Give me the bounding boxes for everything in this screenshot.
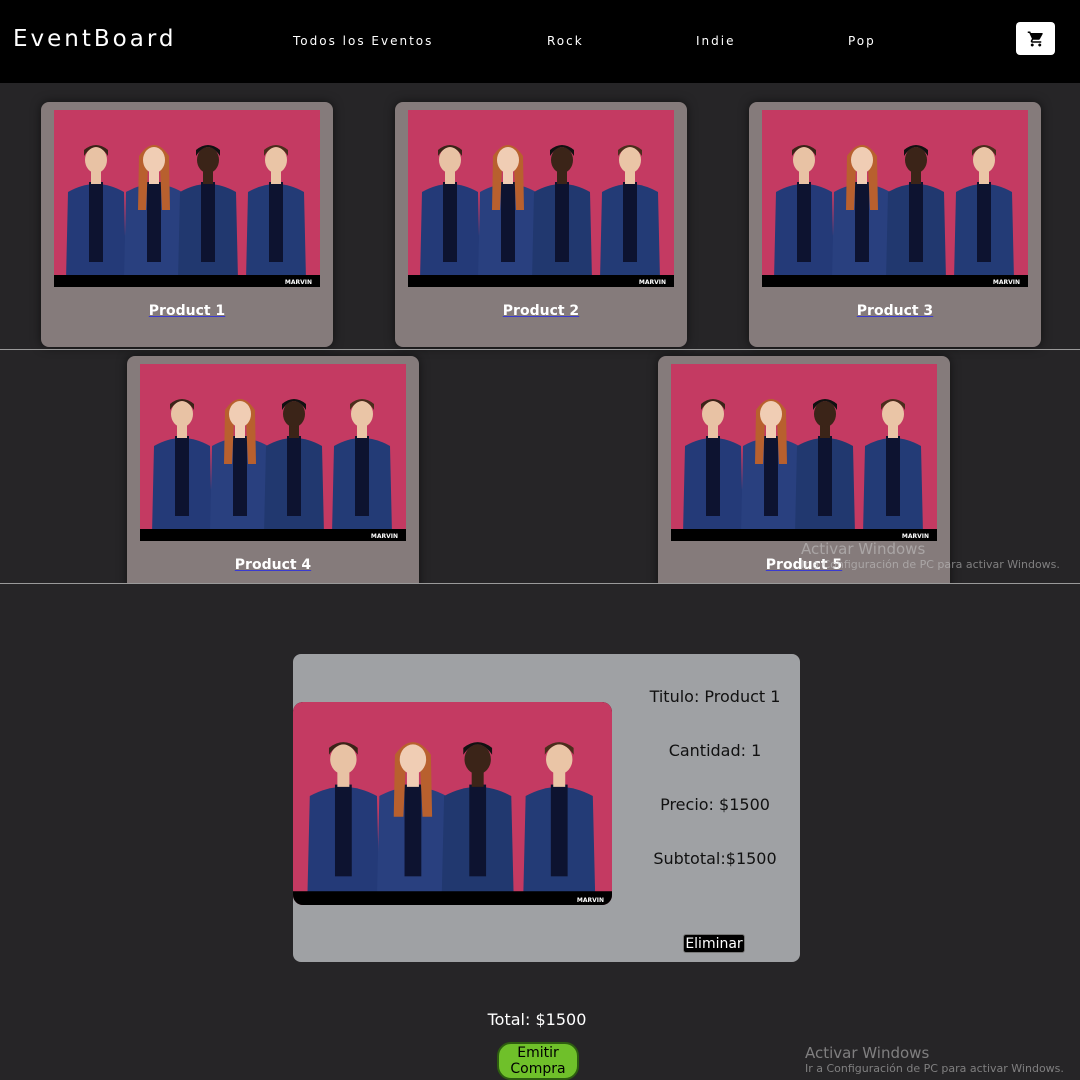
- product-title[interactable]: Product 3: [749, 303, 1041, 319]
- navbar: EventBoard Todos los Eventos Rock Indie …: [0, 0, 1080, 83]
- nav-link-pop[interactable]: Pop: [848, 34, 876, 48]
- watermark-title: Activar Windows: [805, 1044, 930, 1062]
- product-image: MARVIN: [140, 364, 406, 541]
- cart-button[interactable]: [1016, 22, 1055, 55]
- watermark-subtitle: Ir a Configuración de PC para activar Wi…: [801, 558, 1060, 571]
- marvin-badge: MARVIN: [638, 279, 666, 286]
- marvin-badge: MARVIN: [901, 533, 929, 540]
- cart-item-quantity: Cantidad: 1: [668, 741, 762, 760]
- nav-link-rock[interactable]: Rock: [547, 34, 584, 48]
- cart-item-details: Titulo: Product 1 Cantidad: 1 Precio: $1…: [645, 686, 785, 902]
- product-card-4[interactable]: MARVIN Product 4: [127, 356, 419, 583]
- cart-item-card: MARVIN Titulo: Product 1 Cantidad: 1 Pre…: [293, 654, 800, 962]
- windows-watermark-bottom: Activar Windows Ir a Configuración de PC…: [805, 1044, 1064, 1075]
- product-image: MARVIN: [54, 110, 320, 287]
- product-image: MARVIN: [671, 364, 937, 541]
- product-image: MARVIN: [762, 110, 1028, 287]
- cart-item-subtotal: Subtotal:$1500: [653, 849, 777, 868]
- product-card-1[interactable]: MARVIN Product 1: [41, 102, 333, 347]
- product-title[interactable]: Product 1: [41, 303, 333, 319]
- product-card-3[interactable]: MARVIN Product 3: [749, 102, 1041, 347]
- cart-item-title: Titulo: Product 1: [649, 687, 781, 706]
- emit-purchase-button[interactable]: Emitir Compra: [497, 1042, 579, 1080]
- nav-link-indie[interactable]: Indie: [696, 34, 735, 48]
- brand-logo[interactable]: EventBoard: [13, 26, 177, 52]
- marvin-badge: MARVIN: [370, 533, 398, 540]
- watermark-title: Activar Windows: [801, 540, 926, 558]
- product-title[interactable]: Product 2: [395, 303, 687, 319]
- nav-link-todos[interactable]: Todos los Eventos: [293, 34, 433, 48]
- product-row-2: MARVIN Product 4 MARVIN Product 5 Activa…: [0, 349, 1080, 584]
- cart-item-price: Precio: $1500: [660, 795, 770, 814]
- shopping-cart-icon: [1027, 31, 1043, 46]
- product-card-2[interactable]: MARVIN Product 2: [395, 102, 687, 347]
- watermark-subtitle: Ir a Configuración de PC para activar Wi…: [805, 1062, 1064, 1075]
- marvin-badge: MARVIN: [576, 897, 604, 904]
- product-image: MARVIN: [408, 110, 674, 287]
- product-title[interactable]: Product 4: [127, 557, 419, 573]
- cart-item-image: MARVIN: [293, 702, 612, 905]
- cart-total: Total: $1500: [487, 1010, 587, 1029]
- marvin-badge: MARVIN: [284, 279, 312, 286]
- marvin-badge: MARVIN: [992, 279, 1020, 286]
- delete-button[interactable]: Eliminar: [683, 934, 745, 953]
- windows-watermark: Activar Windows Ir a Configuración de PC…: [801, 540, 1060, 571]
